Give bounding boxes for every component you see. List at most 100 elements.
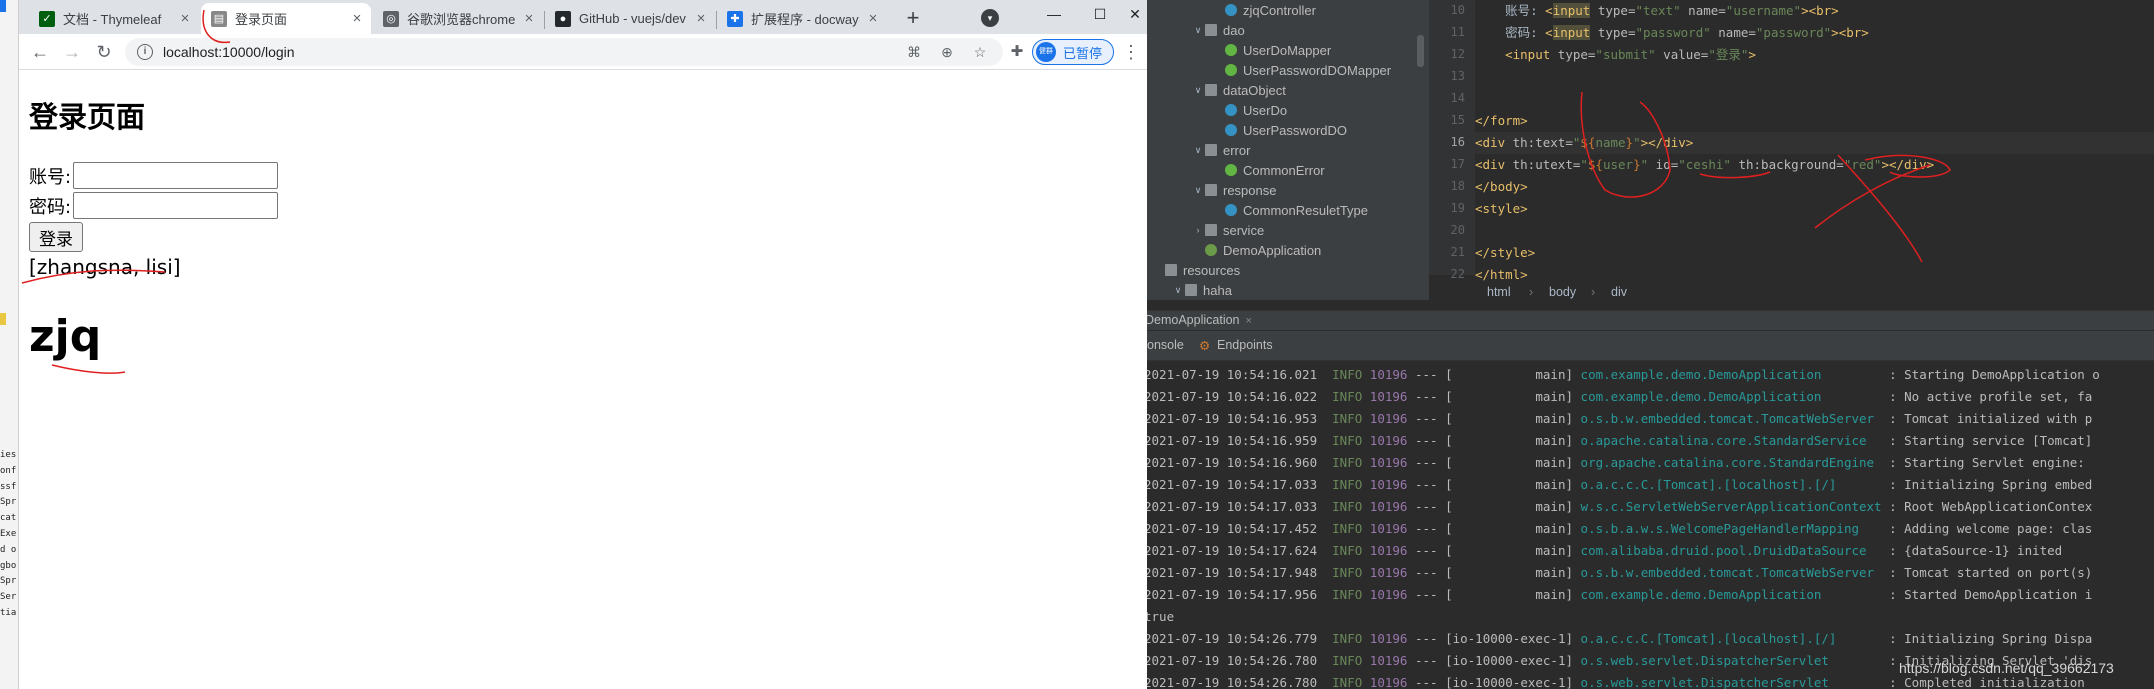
code-token: 密码: <box>1475 25 1546 40</box>
line-number: 16 <box>1450 135 1465 149</box>
tree-item-folder[interactable]: ∨ haha <box>1171 280 1232 300</box>
tree-item-class[interactable]: UserDo <box>1211 100 1287 120</box>
browser-menu-icon[interactable]: ⋮ <box>1121 39 1141 65</box>
strip-text-row: Ser <box>0 592 17 603</box>
extensions-puzzle-icon[interactable]: ✚ <box>1007 42 1027 62</box>
strip-text-row: gbo <box>0 560 17 571</box>
code-token: th:text= <box>1505 135 1573 150</box>
tree-item-iface[interactable]: CommonError <box>1211 160 1325 180</box>
code-token: < <box>1545 25 1553 40</box>
run-tab-close-icon[interactable]: × <box>1246 315 1252 327</box>
tree-arrow-icon[interactable]: ∨ <box>1191 185 1205 196</box>
tree-item-folder[interactable]: › service <box>1191 220 1265 240</box>
tree-scrollbar[interactable] <box>1417 35 1424 67</box>
code-token: th:utext= <box>1505 157 1581 172</box>
back-arrow-icon[interactable]: ← <box>27 39 53 65</box>
tree-item-folder[interactable]: ∨ dao <box>1191 20 1245 40</box>
log-dash: --- <box>1414 565 1438 580</box>
tree-item-spring[interactable]: DemoApplication <box>1191 240 1321 260</box>
tree-item-folder[interactable]: ∨ error <box>1191 140 1251 160</box>
tree-item-folder[interactable]: resources <box>1151 260 1240 280</box>
log-pid: 10196 <box>1369 455 1408 470</box>
tree-item-label: CommonError <box>1243 162 1325 178</box>
line-number: 10 <box>1450 3 1465 17</box>
tab-close-icon[interactable]: × <box>175 10 195 27</box>
tree-arrow-icon[interactable]: ∨ <box>1191 85 1205 96</box>
tree-item-folder[interactable]: ∨ dataObject <box>1191 80 1286 100</box>
tab-1[interactable]: ▤ 登录页面 × <box>201 3 371 34</box>
login-button[interactable]: 登录 <box>29 222 83 252</box>
tab-strip: ✓ 文档 - Thymeleaf × ▤ 登录页面 × ◎ 谷歌浏览器chrome × ● GitH… <box>19 0 1147 34</box>
strip-text-row: cat <box>0 513 17 524</box>
reload-icon[interactable]: ↻ <box>91 39 117 65</box>
tree-item-iface[interactable]: UserDoMapper <box>1211 40 1331 60</box>
password-field[interactable] <box>73 192 279 219</box>
code-editor[interactable]: 账号: <input type="text" name="username"><… <box>1475 0 2154 282</box>
address-bar[interactable]: i localhost:10000/login ⌘ ⊕ ☆ <box>125 38 1003 66</box>
code-token: input <box>1552 25 1591 40</box>
new-tab-button[interactable]: + <box>899 6 927 32</box>
screenshot-root: ies onf ssf Spr cat Exe d o gbo Spr Ser tia ✓ 文档 - … <box>0 0 2154 689</box>
tab-close-icon[interactable]: × <box>347 10 367 27</box>
tab-4[interactable]: ✚ 扩展程序 - docway × <box>717 3 887 34</box>
background-window-strip: ies onf ssf Spr cat Exe d o gbo Spr Ser tia <box>0 0 19 689</box>
line-number: 20 <box>1450 223 1465 237</box>
log-lv: INFO <box>1332 543 1363 558</box>
log-row: 2021-07-19 10:54:17.452 INFO 10196 --- [… <box>1147 518 2092 540</box>
strip-text-row: onf <box>0 465 17 476</box>
tab-close-icon[interactable]: × <box>863 10 883 27</box>
console-output[interactable]: 2021-07-19 10:54:16.021 INFO 10196 --- [… <box>1147 362 2154 689</box>
log-d: 2021-07-19 10:54:17.033 <box>1147 499 1318 514</box>
breadcrumb-item[interactable]: body <box>1549 285 1576 299</box>
log-d: 2021-07-19 10:54:16.022 <box>1147 389 1318 404</box>
tree-arrow-icon[interactable]: ∨ <box>1191 25 1205 36</box>
line-number: 21 <box>1450 245 1465 259</box>
run-config-tab[interactable]: DemoApplication × <box>1147 313 1252 327</box>
maximize-icon[interactable]: ☐ <box>1077 0 1123 30</box>
tab-close-icon[interactable]: × <box>691 10 711 27</box>
zoom-icon[interactable]: ⊕ <box>937 42 957 62</box>
tree-arrow-icon[interactable]: › <box>1191 225 1205 235</box>
minimize-icon[interactable]: — <box>1031 0 1077 30</box>
tree-item-class[interactable]: zjqController <box>1211 0 1316 20</box>
code-token: ${ <box>1580 135 1596 150</box>
translate-icon[interactable]: ⌘ <box>904 42 924 62</box>
log-lv: INFO <box>1332 455 1363 470</box>
tree-arrow-icon[interactable]: ∨ <box>1171 285 1185 296</box>
log-dash: --- <box>1414 675 1438 689</box>
profile-sync-button[interactable]: 健群 已暂停 <box>1032 39 1114 65</box>
tab-search-icon[interactable]: ▾ <box>981 9 999 27</box>
tree-item-class[interactable]: UserPasswordDO <box>1211 120 1347 140</box>
code-token: name= <box>1710 25 1756 40</box>
code-token: <input <box>1475 47 1551 62</box>
breadcrumb-item[interactable]: div <box>1611 285 1627 299</box>
tab-0[interactable]: ✓ 文档 - Thymeleaf × <box>29 3 199 34</box>
forward-arrow-icon[interactable]: → <box>59 39 85 65</box>
tree-item-folder[interactable]: ∨ response <box>1191 180 1277 200</box>
username-field[interactable] <box>73 162 279 189</box>
tab-2[interactable]: ◎ 谷歌浏览器chrome × <box>373 3 543 34</box>
log-th: [ main] <box>1445 411 1574 426</box>
log-row: 2021-07-19 10:54:16.953 INFO 10196 --- [… <box>1147 408 2092 430</box>
code-token: name <box>1595 135 1626 150</box>
tree-item-class[interactable]: CommonResuletType <box>1211 200 1368 220</box>
close-window-icon[interactable]: ✕ <box>1123 0 1147 30</box>
breadcrumb-item[interactable]: html <box>1487 285 1511 299</box>
tab-endpoints[interactable]: Endpoints <box>1217 338 1273 352</box>
bookmark-star-icon[interactable]: ☆ <box>970 42 990 62</box>
log-row: true <box>1147 606 1189 628</box>
log-pid: 10196 <box>1369 631 1408 646</box>
log-row: 2021-07-19 10:54:17.956 INFO 10196 --- [… <box>1147 584 2092 606</box>
tab-console[interactable]: onsole <box>1147 338 1184 352</box>
tree-item-iface[interactable]: UserPasswordDOMapper <box>1211 60 1391 80</box>
folder-icon <box>1205 144 1217 156</box>
tree-arrow-icon[interactable]: ∨ <box>1191 145 1205 156</box>
log-row: 2021-07-19 10:54:17.624 INFO 10196 --- [… <box>1147 540 2062 562</box>
tab-close-icon[interactable]: × <box>519 10 539 27</box>
log-lv: INFO <box>1332 631 1363 646</box>
log-th: [ main] <box>1445 389 1574 404</box>
log-d: true <box>1147 609 1175 624</box>
tab-3[interactable]: ● GitHub - vuejs/dev × <box>545 3 715 34</box>
site-info-icon[interactable]: i <box>137 44 153 60</box>
url-text[interactable]: localhost:10000/login <box>163 44 295 60</box>
